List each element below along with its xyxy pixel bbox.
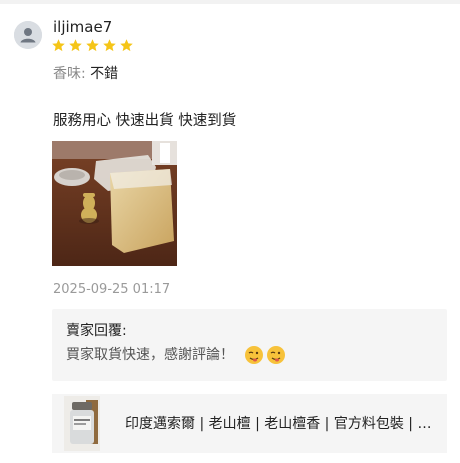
star-icon [86,39,99,52]
top-divider [0,0,460,4]
seller-reply-body: 買家取貨快速，感謝評論！ [66,345,433,365]
star-icon [120,39,133,52]
seller-reply-text: 買家取貨快速，感謝評論！ [66,347,234,363]
wink-tongue-emoji-icon [245,346,263,364]
username[interactable]: iljimae7 [53,17,112,37]
seller-reply: 賣家回覆: 買家取貨快速，感謝評論！ [52,309,447,381]
review-timestamp: 2025-09-25 01:17 [53,282,171,297]
product-thumbnail[interactable] [64,396,100,451]
attribute-label: 香味: [53,66,91,82]
wink-tongue-emoji-icon [267,346,285,364]
review-photo-image [52,141,177,266]
avatar[interactable] [14,21,42,49]
star-icon [52,39,65,52]
attribute-value: 不錯 [90,66,119,82]
review-attribute: 香味: 不錯 [53,64,118,84]
star-rating [51,38,134,53]
star-icon [69,39,82,52]
review-photo[interactable] [52,141,177,266]
review-comment: 服務用心 快速出貨 快速到貨 [53,113,237,129]
product-title[interactable]: 印度邁索爾 | 老山檀 | 老山檀香 | 官方料包裝 | 檀香粉 [125,414,437,434]
seller-reply-title: 賣家回覆: [66,323,127,339]
star-icon [103,39,116,52]
product-thumbnail-image [64,396,100,451]
product-card[interactable]: 印度邁索爾 | 老山檀 | 老山檀香 | 官方料包裝 | 檀香粉 [52,394,447,453]
emoji-group [244,345,286,365]
user-avatar-icon [14,21,42,49]
